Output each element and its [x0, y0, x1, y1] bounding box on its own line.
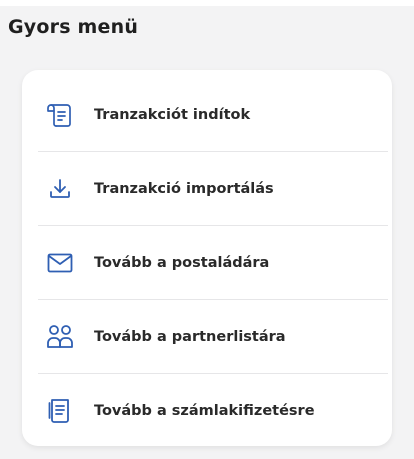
top-strip	[0, 0, 414, 6]
quick-menu-card: Tranzakciót indítok Tranzakció importálá…	[22, 70, 392, 446]
mail-icon	[44, 247, 76, 279]
menu-item-label: Tranzakció importálás	[94, 181, 274, 197]
menu-item-partner-list[interactable]: Tovább a partnerlistára	[22, 300, 392, 374]
menu-item-mailbox[interactable]: Tovább a postaládára	[22, 226, 392, 300]
partners-icon	[44, 321, 76, 353]
menu-item-transaction-start[interactable]: Tranzakciót indítok	[22, 78, 392, 152]
menu-item-label: Tovább a számlakifizetésre	[94, 403, 315, 419]
download-icon	[44, 173, 76, 205]
menu-item-label: Tovább a partnerlistára	[94, 329, 286, 345]
section-title: Gyors menü	[8, 16, 139, 38]
menu-item-invoice-payment[interactable]: Tovább a számlakifizetésre	[22, 374, 392, 448]
invoice-icon	[44, 395, 76, 427]
transaction-start-icon	[44, 99, 76, 131]
menu-item-label: Tranzakciót indítok	[94, 107, 251, 123]
menu-item-transaction-import[interactable]: Tranzakció importálás	[22, 152, 392, 226]
menu-item-label: Tovább a postaládára	[94, 255, 270, 271]
